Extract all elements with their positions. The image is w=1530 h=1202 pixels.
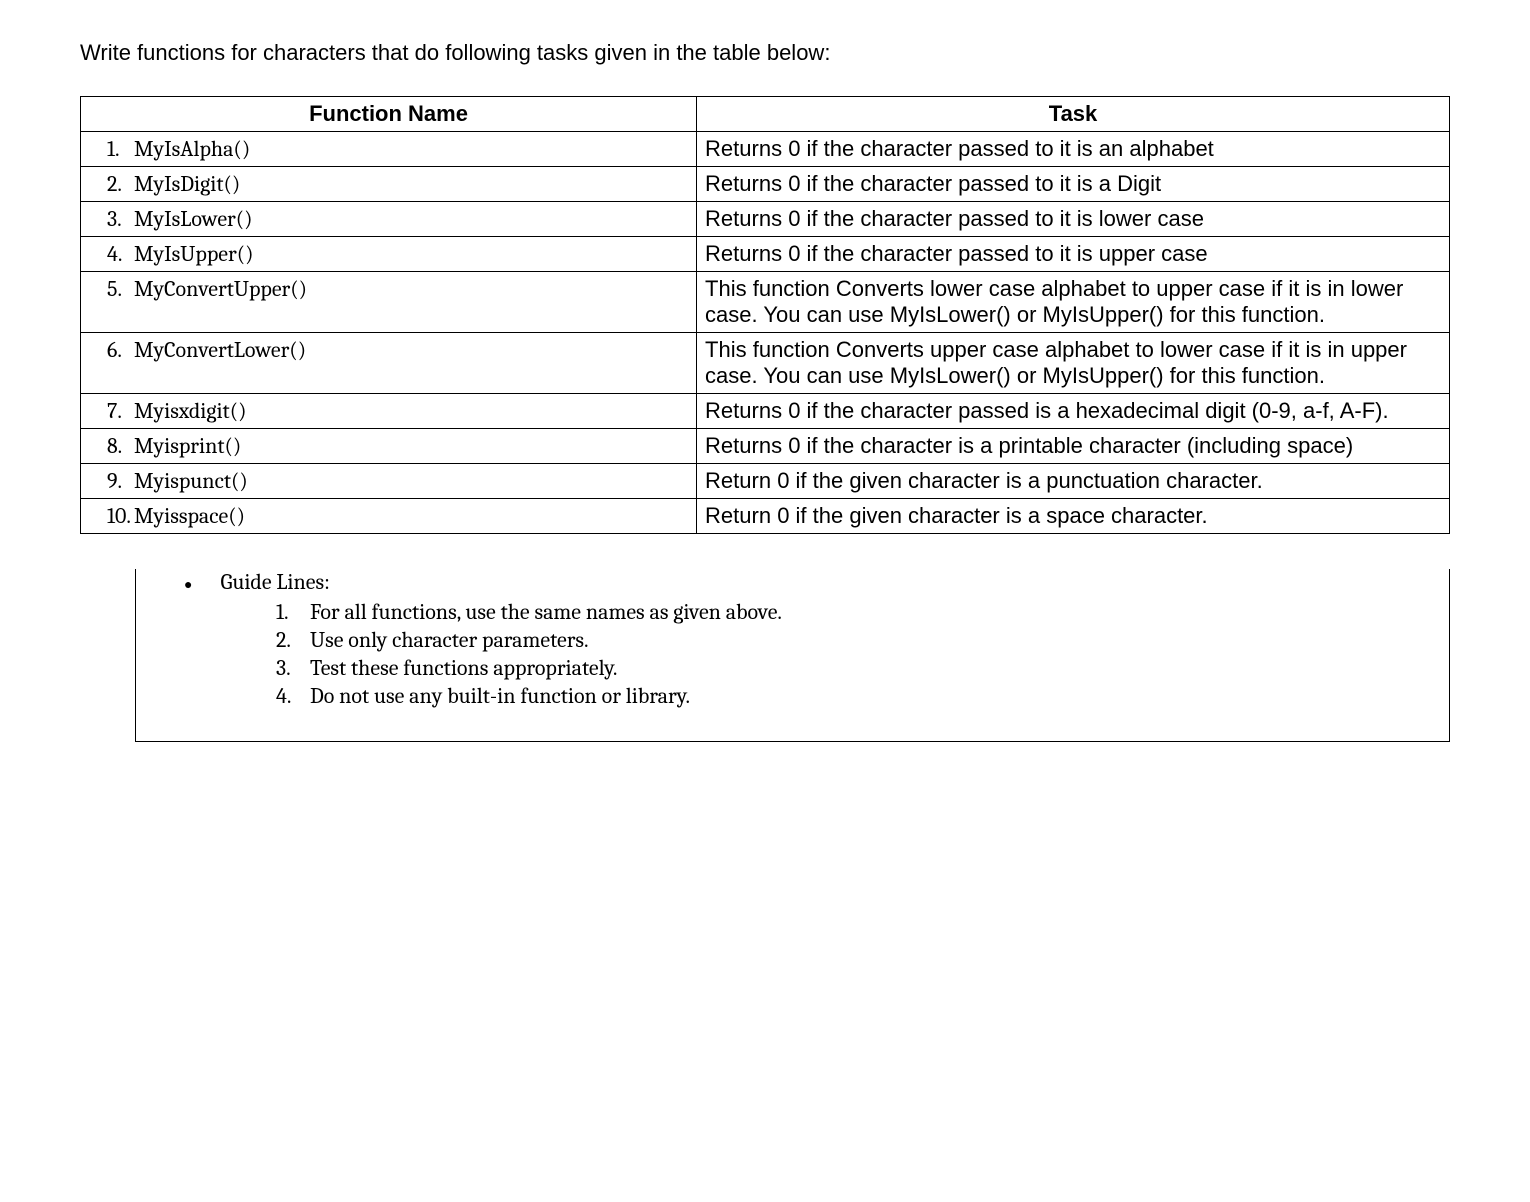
guideline-text: Do not use any built-in function or libr… bbox=[310, 683, 690, 709]
task-cell: Return 0 if the given character is a pun… bbox=[697, 464, 1450, 499]
function-name: Myisspace() bbox=[134, 503, 245, 529]
header-function-name: Function Name bbox=[81, 97, 697, 132]
function-name: Myisprint() bbox=[134, 433, 241, 459]
task-cell: Return 0 if the given character is a spa… bbox=[697, 499, 1450, 534]
guideline-text: Use only character parameters. bbox=[310, 627, 589, 653]
function-name: MyIsUpper() bbox=[134, 241, 254, 267]
task-cell: This function Converts lower case alphab… bbox=[697, 272, 1450, 333]
function-name: Myisxdigit() bbox=[134, 398, 247, 424]
table-row: 7.Myisxdigit()Returns 0 if the character… bbox=[81, 394, 1450, 429]
guidelines-section: ● Guide Lines: 1.For all functions, use … bbox=[135, 569, 1450, 742]
task-cell: Returns 0 if the character passed to it … bbox=[697, 237, 1450, 272]
guideline-text: Test these functions appropriately. bbox=[310, 655, 617, 681]
guideline-item: 4.Do not use any built-in function or li… bbox=[276, 683, 1429, 709]
guidelines-list: 1.For all functions, use the same names … bbox=[276, 599, 1429, 709]
row-number: 6. bbox=[89, 337, 134, 363]
guideline-number: 4. bbox=[276, 683, 310, 709]
guideline-text: For all functions, use the same names as… bbox=[310, 599, 782, 625]
guideline-number: 2. bbox=[276, 627, 310, 653]
row-number: 7. bbox=[89, 398, 134, 424]
function-name: MyIsAlpha() bbox=[134, 136, 250, 162]
row-number: 2. bbox=[89, 171, 134, 197]
row-number: 3. bbox=[89, 206, 134, 232]
function-name: MyConvertLower() bbox=[134, 337, 306, 363]
functions-table: Function Name Task 1.MyIsAlpha()Returns … bbox=[80, 96, 1450, 534]
task-cell: Returns 0 if the character passed is a h… bbox=[697, 394, 1450, 429]
task-cell: Returns 0 if the character passed to it … bbox=[697, 202, 1450, 237]
table-header-row: Function Name Task bbox=[81, 97, 1450, 132]
function-name-cell: 2.MyIsDigit() bbox=[81, 167, 697, 202]
table-row: 3.MyIsLower()Returns 0 if the character … bbox=[81, 202, 1450, 237]
task-cell: Returns 0 if the character is a printabl… bbox=[697, 429, 1450, 464]
function-name: MyIsLower() bbox=[134, 206, 253, 232]
task-cell: Returns 0 if the character passed to it … bbox=[697, 167, 1450, 202]
guideline-number: 3. bbox=[276, 655, 310, 681]
function-name-cell: 3.MyIsLower() bbox=[81, 202, 697, 237]
function-name-cell: 7.Myisxdigit() bbox=[81, 394, 697, 429]
row-number: 10. bbox=[89, 503, 134, 529]
table-row: 5.MyConvertUpper()This function Converts… bbox=[81, 272, 1450, 333]
guideline-number: 1. bbox=[276, 599, 310, 625]
function-name-cell: 1.MyIsAlpha() bbox=[81, 132, 697, 167]
function-name-cell: 4.MyIsUpper() bbox=[81, 237, 697, 272]
task-cell: Returns 0 if the character passed to it … bbox=[697, 132, 1450, 167]
table-row: 6.MyConvertLower()This function Converts… bbox=[81, 333, 1450, 394]
row-number: 9. bbox=[89, 468, 134, 494]
function-name-cell: 5.MyConvertUpper() bbox=[81, 272, 697, 333]
guidelines-title: Guide Lines: bbox=[220, 569, 329, 595]
table-row: 10.Myisspace()Return 0 if the given char… bbox=[81, 499, 1450, 534]
row-number: 4. bbox=[89, 241, 134, 267]
function-name-cell: 8.Myisprint() bbox=[81, 429, 697, 464]
guideline-item: 3.Test these functions appropriately. bbox=[276, 655, 1429, 681]
table-row: 8.Myisprint()Returns 0 if the character … bbox=[81, 429, 1450, 464]
function-name: MyIsDigit() bbox=[134, 171, 240, 197]
table-row: 9.Myispunct()Return 0 if the given chara… bbox=[81, 464, 1450, 499]
guideline-item: 1.For all functions, use the same names … bbox=[276, 599, 1429, 625]
function-name: Myispunct() bbox=[134, 468, 248, 494]
guidelines-bullet: ● Guide Lines: bbox=[166, 569, 1429, 595]
task-cell: This function Converts upper case alphab… bbox=[697, 333, 1450, 394]
function-name-cell: 10.Myisspace() bbox=[81, 499, 697, 534]
function-name-cell: 9.Myispunct() bbox=[81, 464, 697, 499]
intro-text: Write functions for characters that do f… bbox=[80, 40, 1450, 66]
row-number: 8. bbox=[89, 433, 134, 459]
table-row: 1.MyIsAlpha()Returns 0 if the character … bbox=[81, 132, 1450, 167]
guideline-item: 2.Use only character parameters. bbox=[276, 627, 1429, 653]
header-task: Task bbox=[697, 97, 1450, 132]
table-row: 2.MyIsDigit()Returns 0 if the character … bbox=[81, 167, 1450, 202]
function-name: MyConvertUpper() bbox=[134, 276, 307, 302]
row-number: 1. bbox=[89, 136, 134, 162]
table-row: 4.MyIsUpper()Returns 0 if the character … bbox=[81, 237, 1450, 272]
function-name-cell: 6.MyConvertLower() bbox=[81, 333, 697, 394]
row-number: 5. bbox=[89, 276, 134, 302]
bullet-icon: ● bbox=[184, 576, 192, 594]
